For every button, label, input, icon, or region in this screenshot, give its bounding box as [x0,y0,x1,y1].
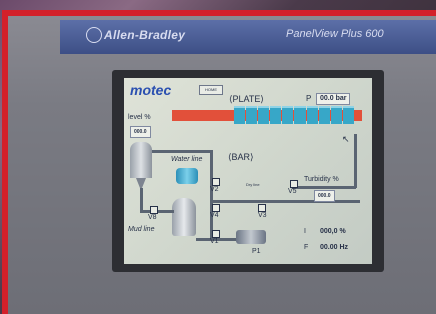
pipe [354,134,357,188]
valve-v2-icon[interactable] [212,178,220,186]
level-value: 000.0 [130,126,151,138]
photo: Allen-Bradley PanelView Plus 600 motec H… [0,0,436,314]
panel-brand: Allen-Bradley [104,28,186,42]
valve-v5-label: V5 [288,188,297,195]
valve-v3-icon[interactable] [258,204,266,212]
allen-bradley-logo-icon [86,27,102,43]
turbidity-label: Turbidity % [304,176,339,183]
pipe [292,186,356,189]
bar-button[interactable]: ⟨BAR⟩ [228,152,254,163]
valve-v4-icon[interactable] [212,204,220,212]
pipe [152,150,210,153]
valve-v8-label: V8 [148,214,157,221]
home-button[interactable]: HOME [199,85,223,95]
silo-tank-cone [136,178,146,188]
valve-v1-icon[interactable] [212,230,220,238]
current-value: 000,0 % [320,228,346,235]
mud-line-label: Mud line [128,226,155,233]
turbidity-value: 000.0 [314,190,335,202]
pressure-label: P [306,94,312,103]
cursor-icon: ↖ [342,134,350,144]
valve-v3-label: V3 [258,212,267,219]
pipe [210,150,213,240]
level-label: level % [128,114,151,121]
hmi-screen[interactable]: motec HOME ⟨PLATE⟩ P 00.0 bar ↖ level % … [124,78,372,264]
filter-plates [234,106,354,124]
valve-v5-icon[interactable] [290,180,298,188]
current-label: I [304,228,306,235]
silo-tank [130,142,152,178]
pipe [210,200,360,203]
pump-label: P1 [252,248,261,255]
pump-p1[interactable] [236,230,266,244]
valve-v4-label: V4 [210,212,219,219]
pressure-value: 00.0 bar [316,93,351,105]
panel-model: PanelView Plus 600 [286,28,384,40]
dry-line-label: Dry line [246,182,260,187]
water-line-label: Water line [171,156,203,163]
valve-v8-icon[interactable] [150,206,158,214]
water-tank [176,168,198,184]
valve-v1-label: V1 [210,238,219,245]
frequency-value: 00.00 Hz [320,244,349,251]
hmi-logo: motec [130,82,172,98]
mixing-tank [172,198,196,236]
pipe [140,188,143,212]
plate-button[interactable]: ⟨PLATE⟩ [229,94,264,105]
frequency-label: F [304,244,309,251]
valve-v2-label: V2 [210,186,219,193]
